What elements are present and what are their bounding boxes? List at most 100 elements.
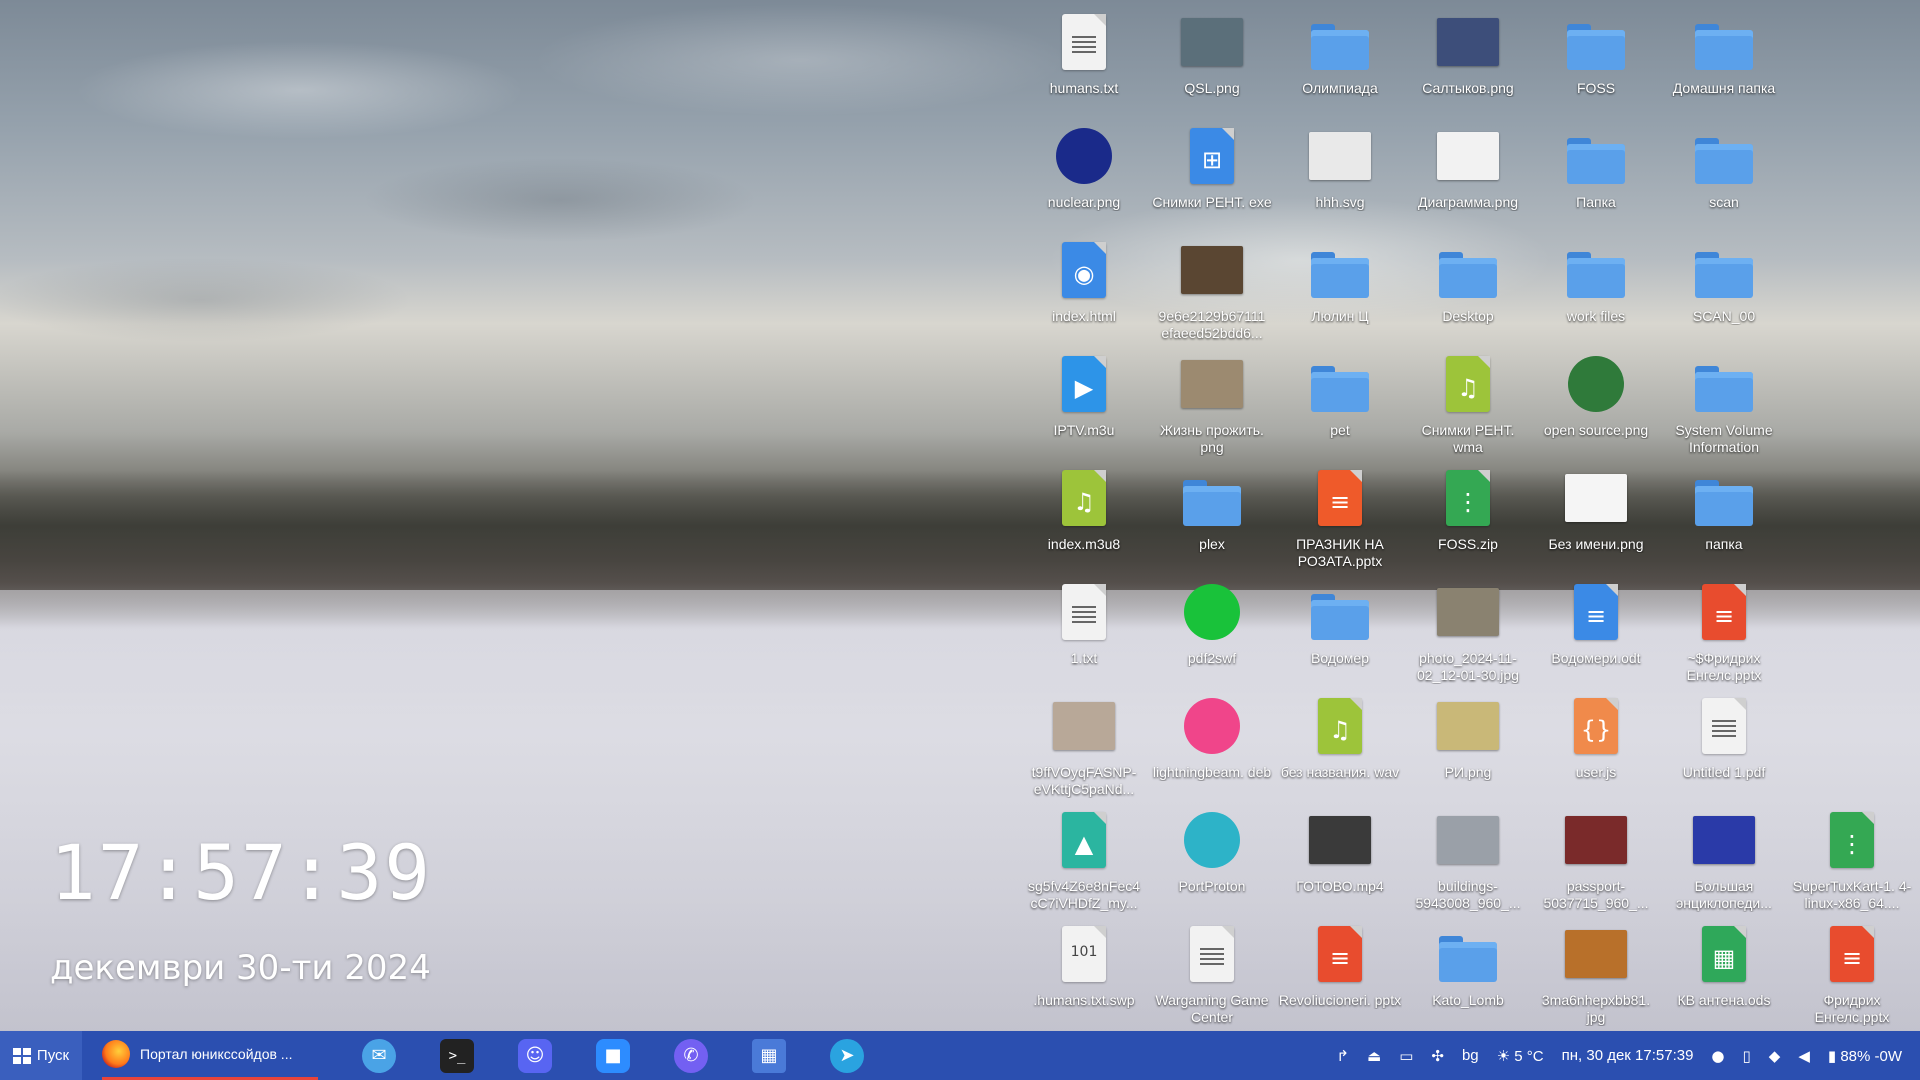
desktop-icon[interactable]: ⋮ SuperTuxKart-1. 4-linux-x86_64....: [1788, 804, 1916, 918]
desktop-icon[interactable]: pdf2swf: [1148, 576, 1276, 690]
desktop-icon[interactable]: nuclear.png: [1020, 120, 1148, 234]
desktop-icon-label: pet: [1330, 422, 1350, 438]
desktop-icon[interactable]: Домашня папка: [1660, 6, 1788, 120]
notification-dot-icon[interactable]: ●: [1711, 1047, 1724, 1065]
desktop-icon[interactable]: humans.txt: [1020, 6, 1148, 120]
desktop-icon[interactable]: pet: [1276, 348, 1404, 462]
desktop-icon[interactable]: ▶ IPTV.m3u: [1020, 348, 1148, 462]
desktop-icon[interactable]: QSL.png: [1148, 6, 1276, 120]
clipboard-icon[interactable]: ▭: [1399, 1047, 1413, 1065]
battery-widget[interactable]: ▮ 88% -0W: [1828, 1047, 1902, 1065]
desktop-icon[interactable]: Большая энциклопеди...: [1660, 804, 1788, 918]
desktop-icon[interactable]: Люлин Ц: [1276, 234, 1404, 348]
desktop-icon[interactable]: work files: [1532, 234, 1660, 348]
desktop-icon[interactable]: Папка: [1532, 120, 1660, 234]
zoom-icon[interactable]: ■: [596, 1038, 630, 1073]
desktop-icon[interactable]: папка: [1660, 462, 1788, 576]
desktop-icon[interactable]: ≡ ПРАЗНИК НА РОЗАТА.pptx: [1276, 462, 1404, 576]
desktop-icon-label: 1.txt: [1070, 650, 1098, 666]
desktop-icon[interactable]: ♫ index.m3u8: [1020, 462, 1148, 576]
desktop-icon-label: ПРАЗНИК НА РОЗАТА.pptx: [1296, 536, 1384, 569]
file-icon: ▲: [1052, 808, 1116, 872]
desktop-icon[interactable]: ГОТОВО.mp4: [1276, 804, 1404, 918]
desktop-icon[interactable]: {} user.js: [1532, 690, 1660, 804]
app-icon: [1052, 124, 1116, 188]
tray-datetime[interactable]: пн, 30 дек 17:57:39: [1562, 1047, 1694, 1064]
checkerboard-app-icon[interactable]: ▦: [752, 1038, 786, 1073]
desktop-icon[interactable]: buildings- 5943008_960_...: [1404, 804, 1532, 918]
desktop-icon[interactable]: Без имени.png: [1532, 462, 1660, 576]
keyboard-layout[interactable]: bg: [1462, 1047, 1479, 1064]
desktop-icon-label: 3ma6nhepxbb81. jpg: [1541, 992, 1651, 1025]
desktop-icon[interactable]: ≡ ~$Фридрих Енгелс.pptx: [1660, 576, 1788, 690]
app-icon: [1180, 694, 1244, 758]
desktop-icon[interactable]: ⋮ FOSS.zip: [1404, 462, 1532, 576]
wifi-icon[interactable]: ◆: [1769, 1047, 1781, 1065]
desktop-icon[interactable]: ♫ Снимки РЕНТ. wma: [1404, 348, 1532, 462]
desktop-icon-label: папка: [1705, 536, 1743, 552]
file-icon: ♫: [1436, 352, 1500, 416]
desktop-icon[interactable]: ≡ Revoliucioneri. pptx: [1276, 918, 1404, 1032]
desktop-icon[interactable]: Салтыков.png: [1404, 6, 1532, 120]
desktop-icon[interactable]: ⊞ Снимки РЕНТ. exe: [1148, 120, 1276, 234]
desktop-icon[interactable]: photo_2024-11- 02_12-01-30.jpg: [1404, 576, 1532, 690]
image-thumbnail-icon: [1052, 694, 1116, 758]
desktop-icon[interactable]: open source.png: [1532, 348, 1660, 462]
desktop-icon-label: open source.png: [1543, 422, 1649, 438]
terminal-icon[interactable]: >_: [440, 1038, 474, 1073]
desktop-icon[interactable]: Диаграмма.png: [1404, 120, 1532, 234]
desktop-icon[interactable]: Жизнь прожить. png: [1148, 348, 1276, 462]
desktop-icon[interactable]: Водомер: [1276, 576, 1404, 690]
discord-icon[interactable]: ☺: [518, 1038, 552, 1073]
image-thumbnail-icon: [1692, 808, 1756, 872]
desktop-icon[interactable]: lightningbeam. deb: [1148, 690, 1276, 804]
desktop-icon-label: work files: [1566, 308, 1626, 324]
volume-icon[interactable]: ◀: [1798, 1047, 1810, 1065]
viber-icon[interactable]: ✆: [674, 1038, 708, 1073]
apps-icon[interactable]: ✣: [1431, 1047, 1444, 1065]
taskbar-firefox-window[interactable]: Портал юникссойдов ...: [102, 1031, 318, 1080]
desktop-icon[interactable]: 101 .humans.txt.swp: [1020, 918, 1148, 1032]
desktop-icon[interactable]: ◉ index.html: [1020, 234, 1148, 348]
desktop-icon[interactable]: Untitled 1.pdf: [1660, 690, 1788, 804]
phone-icon[interactable]: ▯: [1743, 1047, 1751, 1065]
thunderbird-icon[interactable]: ✉: [362, 1038, 396, 1073]
desktop-icon[interactable]: scan: [1660, 120, 1788, 234]
desktop-icon[interactable]: РИ.png: [1404, 690, 1532, 804]
desktop-icon[interactable]: hhh.svg: [1276, 120, 1404, 234]
desktop-icon-label: QSL.png: [1184, 80, 1240, 96]
eject-icon[interactable]: ⏏: [1367, 1047, 1381, 1065]
desktop-icon[interactable]: ▲ sg5fv4Z6e8nFec4 cC7iVHDfZ_my...: [1020, 804, 1148, 918]
desktop-icon[interactable]: 9e6e2129b67111 efaeed52bdd6...: [1148, 234, 1276, 348]
desktop-icon[interactable]: ≡ Водомери.odt: [1532, 576, 1660, 690]
desktop-icon-label: hhh.svg: [1315, 194, 1365, 210]
desktop-icon[interactable]: ♫ без названия. wav: [1276, 690, 1404, 804]
share-icon[interactable]: ↱: [1336, 1047, 1349, 1065]
desktop-icon[interactable]: plex: [1148, 462, 1276, 576]
desktop-icon[interactable]: System Volume Information: [1660, 348, 1788, 462]
image-thumbnail-icon: [1180, 352, 1244, 416]
empty-cell: [1788, 576, 1916, 690]
desktop-icon-label: photo_2024-11- 02_12-01-30.jpg: [1417, 650, 1519, 683]
desktop-icon[interactable]: PortProton: [1148, 804, 1276, 918]
desktop-icon[interactable]: Олимпиада: [1276, 6, 1404, 120]
empty-cell: [1788, 462, 1916, 576]
desktop-icon[interactable]: t9ffVOyqFASNP- eVKttjC5paNd...: [1020, 690, 1148, 804]
desktop-icon[interactable]: Wargaming Game Center: [1148, 918, 1276, 1032]
desktop-icon[interactable]: FOSS: [1532, 6, 1660, 120]
desktop-icon[interactable]: passport- 5037715_960_...: [1532, 804, 1660, 918]
desktop-icon[interactable]: ≡ Фридрих Енгелс.pptx: [1788, 918, 1916, 1032]
start-button[interactable]: Пуск: [0, 1031, 82, 1080]
desktop-icon[interactable]: 3ma6nhepxbb81. jpg: [1532, 918, 1660, 1032]
desktop-icon[interactable]: Kato_Lomb: [1404, 918, 1532, 1032]
weather-widget[interactable]: ☀ 5 °C: [1497, 1047, 1544, 1065]
start-label: Пуск: [36, 1047, 70, 1064]
desktop-icon[interactable]: ▦ КВ антена.ods: [1660, 918, 1788, 1032]
folder-icon: [1692, 466, 1756, 530]
telegram-icon[interactable]: ➤: [830, 1038, 864, 1073]
desktop-icon[interactable]: SCAN_00: [1660, 234, 1788, 348]
desktop-icon[interactable]: 1.txt: [1020, 576, 1148, 690]
desktop-icon-label: plex: [1199, 536, 1225, 552]
desktop-icon[interactable]: Desktop: [1404, 234, 1532, 348]
image-thumbnail-icon: [1180, 10, 1244, 74]
